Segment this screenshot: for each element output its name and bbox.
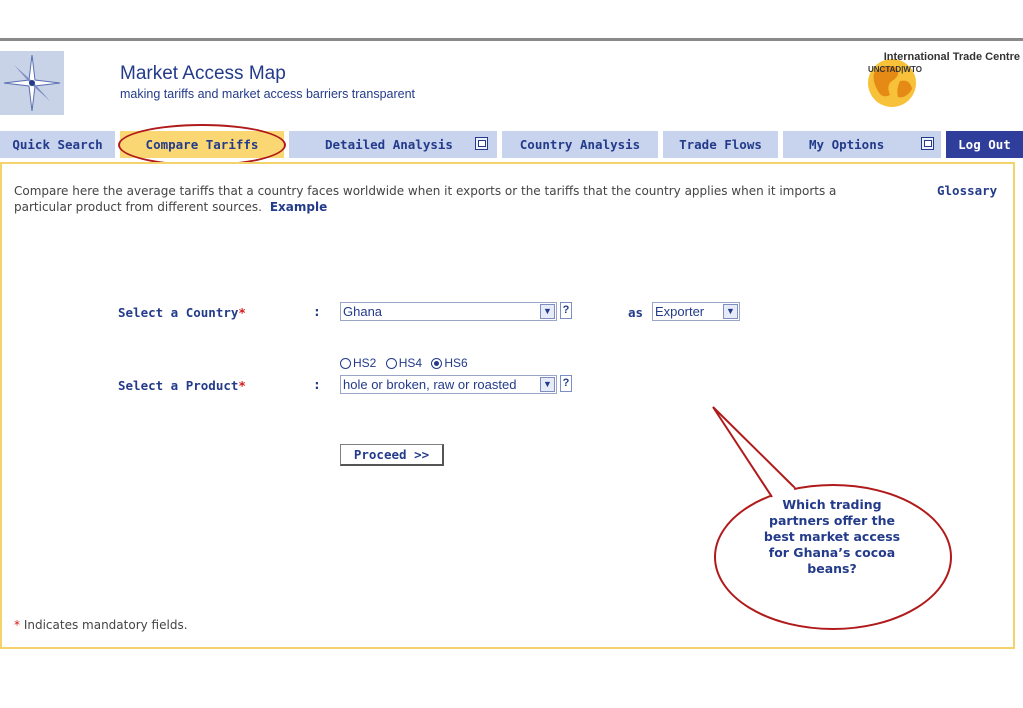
radio-selected-icon[interactable] [431,358,443,370]
hs6-option[interactable]: HS6 [431,356,468,370]
country-label: Select a Country* [118,305,246,320]
popup-window-icon[interactable] [921,137,934,150]
as-label: as [628,305,644,320]
tab-country-analysis[interactable]: Country Analysis [502,131,658,158]
hs6-label: HS6 [444,356,468,370]
app-header: Market Access Map making tariffs and mar… [0,41,1023,129]
country-help-button[interactable]: ? [560,302,572,319]
product-select[interactable]: hole or broken, raw or roasted ▼ [340,375,557,394]
org-name: International Trade Centre [883,51,1020,63]
product-colon: : [313,378,321,393]
popup-window-icon[interactable] [475,137,488,150]
proceed-button[interactable]: Proceed >> [340,444,444,466]
tab-compare-tariffs[interactable]: Compare Tariffs [120,131,284,158]
app-subtitle: making tariffs and market access barrier… [120,87,416,101]
hs2-option[interactable]: HS2 [340,356,376,370]
org-subtitle: UNCTAD|WTO [868,65,922,74]
mandatory-note: * Indicates mandatory fields. [14,618,188,632]
product-label: Select a Product* [118,378,246,393]
tab-my-options[interactable]: My Options [783,131,941,158]
chevron-down-icon[interactable]: ▼ [723,304,738,319]
radio-icon[interactable] [385,358,397,370]
intro-text: Compare here the average tariffs that a … [14,183,894,215]
tab-detailed-analysis-label: Detailed Analysis [325,137,453,152]
required-mark: * [238,305,246,320]
callout-question: Which trading partners offer the best ma… [763,497,901,576]
compass-logo-icon [0,51,64,115]
glossary-link[interactable]: Glossary [937,183,997,198]
hs2-label: HS2 [353,356,377,370]
product-select-value: hole or broken, raw or roasted [343,377,517,392]
country-select-value: Ghana [343,304,383,319]
intro-description: Compare here the average tariffs that a … [14,184,837,214]
required-mark: * [14,618,20,632]
tab-my-options-label: My Options [809,137,885,152]
example-link[interactable]: Example [270,200,327,214]
role-select[interactable]: Exporter ▼ [652,302,740,321]
role-select-value: Exporter [655,304,705,319]
hs4-label: HS4 [398,356,423,370]
tab-trade-flows[interactable]: Trade Flows [663,131,778,158]
tab-detailed-analysis[interactable]: Detailed Analysis [289,131,497,158]
chevron-down-icon[interactable]: ▼ [540,304,555,319]
required-mark: * [238,378,246,393]
tab-quick-search[interactable]: Quick Search [0,131,115,158]
product-help-button[interactable]: ? [560,375,572,392]
country-colon: : [313,305,321,320]
country-select[interactable]: Ghana ▼ [340,302,557,321]
product-label-text: Select a Product [118,378,239,393]
country-label-text: Select a Country [118,305,239,320]
hs-level-options: HS2 HS4 HS6 [340,356,474,370]
main-nav: Quick Search Compare Tariffs Detailed An… [0,131,1023,158]
mandatory-note-text: Indicates mandatory fields. [23,618,188,632]
radio-icon[interactable] [340,358,351,370]
logout-button[interactable]: Log Out [946,131,1023,158]
chevron-down-icon[interactable]: ▼ [540,377,555,392]
hs4-option[interactable]: HS4 [385,356,423,370]
app-title: Market Access Map [120,63,286,84]
